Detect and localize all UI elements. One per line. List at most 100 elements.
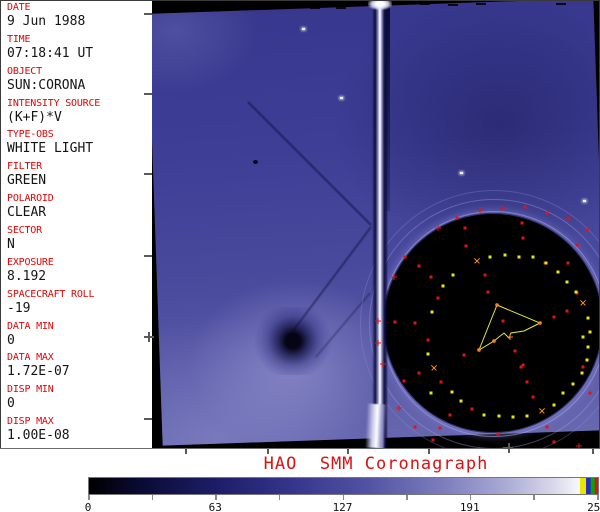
colorbar-tick-label: 255 <box>587 501 600 512</box>
polygon-vertex-dot <box>495 303 499 307</box>
yellow-limb-dot <box>585 358 589 362</box>
metadata-entry: DISP MAX 1.00E-08 <box>7 416 70 444</box>
left-axis-plus <box>148 331 150 342</box>
red-plus-marker <box>576 443 582 448</box>
yellow-limb-dot <box>429 391 433 395</box>
red-plus-marker <box>499 205 505 211</box>
yellow-limb-dot <box>531 255 535 259</box>
red-fiducial-dot <box>566 261 570 265</box>
metadata-entry: DATA MAX 1.72E-07 <box>7 353 70 380</box>
red-fiducial-dot <box>519 365 523 369</box>
red-fiducial-dot <box>531 395 535 399</box>
colorbar-tick <box>597 495 599 500</box>
yellow-limb-dot <box>450 390 454 394</box>
yellow-limb-dot <box>482 413 486 417</box>
red-fiducial-dot <box>523 205 527 209</box>
metadata-value: N <box>7 236 15 252</box>
metadata-label: DISP MIN <box>7 384 54 396</box>
metadata-entry: DATE 9 Jun 1988 <box>7 2 86 29</box>
red-plus-marker <box>435 225 441 231</box>
metadata-value: 1.72E-07 <box>7 364 70 380</box>
red-fiducial-dot <box>426 338 430 342</box>
yellow-limb-dot <box>497 414 501 418</box>
yellow-limb-dot <box>488 255 492 259</box>
orange-x-marker <box>539 408 545 414</box>
left-axis-tick <box>144 418 152 420</box>
metadata-value: CLEAR <box>7 205 47 221</box>
metadata-entry: TYPE-OBS WHITE LIGHT <box>7 130 94 157</box>
yellow-limb-dot <box>586 316 590 320</box>
metadata-value: -19 <box>7 300 31 316</box>
yellow-limb-dot <box>571 382 575 386</box>
yellow-limb-dot <box>451 273 455 277</box>
polygon-cross-marker <box>507 334 513 340</box>
red-fiducial-dot <box>417 264 421 268</box>
red-plus-marker <box>375 318 381 324</box>
metadata-label: SPACECRAFT ROLL <box>7 288 95 300</box>
left-axis-tick <box>144 173 152 175</box>
metadata-label: FILTER <box>7 161 42 173</box>
metadata-value: GREEN <box>7 173 47 189</box>
polygon-vertex-dot <box>538 321 542 325</box>
metadata-value: 07:18:41 UT <box>7 45 94 61</box>
red-fiducial-dot <box>575 243 579 247</box>
red-fiducial-dot <box>501 319 505 323</box>
red-fiducial-dot <box>439 380 443 384</box>
yellow-limb-dot <box>581 335 585 339</box>
red-fiducial-dot <box>520 221 524 225</box>
metadata-value: (K+F)*V <box>7 109 62 125</box>
yellow-limb-dot <box>525 414 529 418</box>
red-plus-marker <box>565 216 571 222</box>
red-fiducial-dot <box>429 275 433 279</box>
red-fiducial-dot <box>483 273 487 277</box>
red-fiducial-dot <box>393 320 397 324</box>
yellow-limb-dot <box>565 280 569 284</box>
yellow-limb-dot <box>586 345 590 349</box>
page-title: HAO SMM Coronagraph <box>263 454 489 474</box>
metadata-value: WHITE LIGHT <box>7 141 94 157</box>
metadata-value: 1.00E-08 <box>7 428 70 444</box>
orange-x-marker <box>431 365 437 371</box>
metadata-label: DISP MAX <box>7 416 54 428</box>
red-fiducial-dot <box>413 425 417 429</box>
colorbar-tick <box>469 495 472 500</box>
metadata-entry: TIME 07:18:41 UT <box>7 34 94 61</box>
red-fiducial-dot <box>462 353 466 357</box>
orange-x-marker <box>474 258 480 264</box>
yellow-limb-dot <box>580 371 584 375</box>
yellow-limb-dot <box>561 391 565 395</box>
metadata-value: 9 Jun 1988 <box>7 14 86 29</box>
red-plus-marker <box>477 207 483 213</box>
red-plus-marker <box>391 274 397 280</box>
red-fiducial-dot <box>525 380 529 384</box>
coronagraph-viewer: DATE 9 Jun 1988 TIME 07:18:41 UT OBJECT SUN:C… <box>0 0 600 512</box>
colorbar-tick <box>342 495 344 500</box>
metadata-label: DATE <box>7 2 31 13</box>
left-axis-tick <box>144 13 152 15</box>
red-plus-marker <box>380 361 386 367</box>
metadata-label: OBJECT <box>7 65 42 77</box>
left-axis-tick <box>144 93 152 95</box>
metadata-sidebar: DATE 9 Jun 1988 TIME 07:18:41 UT OBJECT SUN:C… <box>0 0 150 448</box>
colorbar-tick-label: 63 <box>208 501 222 512</box>
metadata-label: DATA MIN <box>7 320 54 332</box>
metadata-value: SUN:CORONA <box>7 77 86 93</box>
metadata-entry: DATA MIN 0 <box>7 320 54 347</box>
red-fiducial-dot <box>448 413 452 417</box>
red-fiducial-dot <box>463 226 467 230</box>
colorbar-tick <box>151 495 154 500</box>
colorbar-tick <box>215 495 217 500</box>
yellow-limb-dot <box>517 255 521 259</box>
red-plus-marker <box>375 340 381 346</box>
red-fiducial-dot <box>585 228 589 232</box>
yellow-limb-dot <box>588 330 592 334</box>
metadata-value: 0 <box>7 396 15 412</box>
metadata-entry: DISP MIN 0 <box>7 384 54 412</box>
metadata-entry: OBJECT SUN:CORONA <box>7 65 86 93</box>
metadata-entry: SPACECRAFT ROLL -19 <box>7 288 95 316</box>
colorbar-tick <box>406 495 408 500</box>
red-fiducial-dot <box>455 216 459 220</box>
overlay-markers <box>375 205 592 448</box>
colorbar <box>88 477 599 495</box>
colorbar-tick <box>533 495 535 500</box>
